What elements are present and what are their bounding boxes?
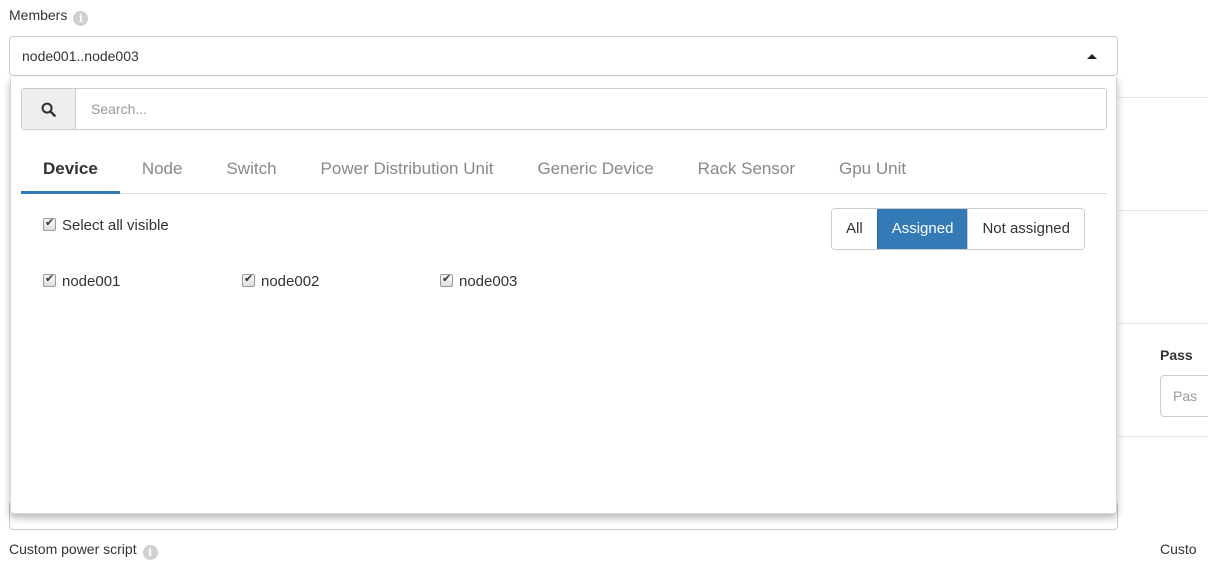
divider — [1118, 436, 1208, 437]
password-input[interactable]: Pas — [1160, 375, 1208, 417]
node-label: node002 — [261, 273, 320, 290]
assignment-filter: All Assigned Not assigned — [831, 208, 1085, 250]
search-group — [21, 88, 1107, 130]
list-item[interactable]: node001 — [43, 272, 121, 290]
custom-power-script-text: Custom power script — [9, 541, 137, 557]
node-checkbox[interactable] — [242, 272, 255, 287]
members-dropdown-panel: Device Node Switch Power Distribution Un… — [10, 77, 1117, 514]
divider — [1118, 323, 1208, 324]
info-icon[interactable]: i — [73, 11, 89, 26]
tab-rack-sensor[interactable]: Rack Sensor — [676, 153, 817, 193]
filter-not-assigned-button[interactable]: Not assigned — [967, 209, 1084, 249]
custom-label-right: Custo — [1160, 541, 1197, 557]
tab-switch[interactable]: Switch — [204, 153, 298, 193]
members-label-text: Members — [9, 7, 68, 23]
node-label: node001 — [62, 273, 121, 290]
filter-all-button[interactable]: All — [832, 209, 877, 249]
divider — [1118, 210, 1208, 211]
list-item[interactable]: node002 — [242, 272, 320, 290]
members-label: Members i — [9, 7, 89, 26]
tab-power-distribution-unit[interactable]: Power Distribution Unit — [299, 153, 516, 193]
tab-gpu-unit[interactable]: Gpu Unit — [817, 153, 928, 193]
select-all-label: Select all visible — [62, 217, 169, 234]
list-item[interactable]: node003 — [440, 272, 518, 290]
tab-node[interactable]: Node — [120, 153, 205, 193]
members-select[interactable]: node001..node003 — [9, 36, 1118, 76]
node-checkbox[interactable] — [43, 272, 56, 287]
custom-power-script-label: Custom power script i — [9, 541, 158, 560]
device-type-tabs: Device Node Switch Power Distribution Un… — [21, 153, 1107, 194]
password-label: Pass — [1160, 347, 1193, 363]
members-selected-value: node001..node003 — [22, 48, 139, 64]
search-input[interactable] — [76, 89, 1106, 129]
caret-up-icon — [1087, 54, 1097, 59]
node-label: node003 — [459, 273, 518, 290]
node-checkbox[interactable] — [440, 272, 453, 287]
filter-assigned-button[interactable]: Assigned — [876, 209, 968, 249]
tab-device[interactable]: Device — [21, 153, 120, 194]
info-icon[interactable]: i — [142, 545, 158, 560]
select-all-checkbox[interactable] — [43, 216, 56, 231]
search-icon[interactable] — [22, 89, 76, 129]
tab-generic-device[interactable]: Generic Device — [515, 153, 675, 193]
select-all-visible[interactable]: Select all visible — [43, 216, 169, 234]
divider — [1118, 97, 1208, 98]
